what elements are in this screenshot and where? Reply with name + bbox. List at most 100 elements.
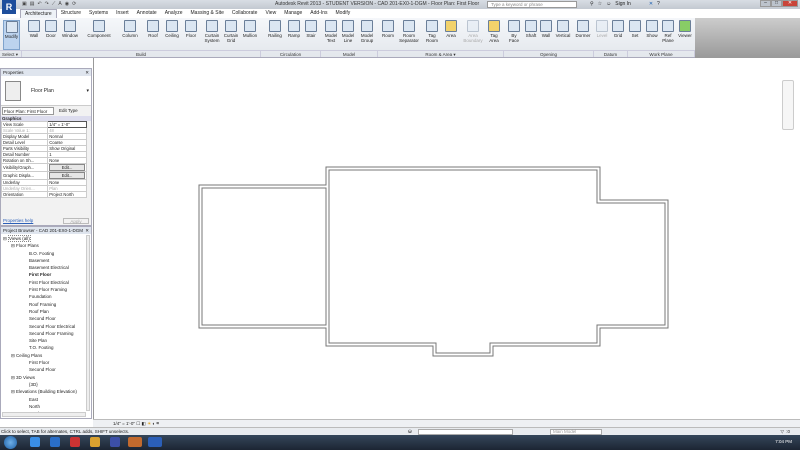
tab-structure[interactable]: Structure bbox=[57, 9, 85, 18]
wall-button[interactable]: Wall bbox=[27, 20, 41, 38]
crop-icon[interactable]: ⌗ bbox=[156, 421, 159, 426]
tab-view[interactable]: View bbox=[261, 9, 280, 18]
tag-area-button[interactable]: Tag Area bbox=[486, 20, 502, 43]
show-button[interactable]: Show bbox=[644, 20, 660, 38]
sun-path-icon[interactable]: ☀ bbox=[147, 421, 151, 426]
tab-add-ins[interactable]: Add-Ins bbox=[306, 9, 331, 18]
start-button[interactable] bbox=[4, 436, 17, 449]
ramp-button[interactable]: Ramp bbox=[286, 20, 302, 38]
tab-analyze[interactable]: Analyze bbox=[161, 9, 187, 18]
tree-item[interactable]: Second Floor Framing bbox=[3, 330, 77, 337]
close-button[interactable]: ✕ bbox=[782, 0, 798, 7]
word-icon[interactable] bbox=[50, 437, 60, 447]
tree-item[interactable]: First Floor bbox=[3, 271, 77, 278]
tab-architecture[interactable]: Architecture bbox=[20, 9, 57, 18]
sign-in-link[interactable]: Sign In bbox=[615, 1, 631, 7]
tree-item[interactable]: Site Plan bbox=[3, 337, 77, 344]
tab-collaborate[interactable]: Collaborate bbox=[228, 9, 262, 18]
tree-item[interactable]: Second Floor Electrical bbox=[3, 323, 77, 330]
horizontal-scrollbar[interactable] bbox=[2, 412, 86, 417]
door-button[interactable]: Door bbox=[44, 20, 58, 38]
tab-massing-site[interactable]: Massing & Site bbox=[187, 9, 228, 18]
tree-item[interactable]: Basement Electrical bbox=[3, 264, 77, 271]
open-icon[interactable]: ▣ bbox=[22, 1, 27, 7]
tab-insert[interactable]: Insert bbox=[112, 9, 133, 18]
model-line-button[interactable]: Model Line bbox=[340, 20, 356, 43]
tree-group[interactable]: ⊟ Elevations (Building Elevation) bbox=[3, 388, 77, 395]
vertical-opening-button[interactable]: Vertical bbox=[553, 20, 573, 38]
shaft-button[interactable]: Shaft bbox=[523, 20, 539, 38]
tree-item[interactable]: North bbox=[3, 403, 77, 410]
tree-item[interactable]: Second Floor bbox=[3, 366, 77, 373]
help-button[interactable]: ? bbox=[657, 1, 660, 7]
tree-item[interactable]: T.O. Footing bbox=[3, 344, 77, 351]
drawing-canvas[interactable] bbox=[93, 58, 800, 419]
measure-icon[interactable]: ⟋ bbox=[52, 1, 56, 7]
detail-level-icon[interactable]: ☐ bbox=[136, 421, 140, 426]
tree-item[interactable]: Roof Plan bbox=[3, 308, 77, 315]
tree-item[interactable]: East bbox=[3, 396, 77, 403]
binoculars-icon[interactable]: ⚲ bbox=[590, 1, 594, 7]
save-icon[interactable]: ▤ bbox=[30, 1, 35, 7]
tab-systems[interactable]: Systems bbox=[85, 9, 112, 18]
panel-room-area[interactable]: Room & Area ▾ bbox=[378, 50, 504, 57]
star-icon[interactable]: ☆ bbox=[598, 1, 602, 7]
edit-type-button[interactable]: Edit Type bbox=[59, 108, 78, 113]
revit-taskbar-icon[interactable] bbox=[148, 437, 162, 447]
wall-opening-button[interactable]: Wall bbox=[538, 20, 554, 38]
window-button[interactable]: Window bbox=[60, 20, 80, 38]
text-icon[interactable]: A bbox=[58, 1, 61, 7]
properties-help-link[interactable]: Properties help bbox=[3, 218, 33, 223]
area-boundary-button[interactable]: Area Boundary bbox=[461, 20, 485, 43]
redo-icon[interactable]: ↷ bbox=[45, 1, 49, 7]
component-button[interactable]: Component bbox=[85, 20, 113, 38]
tree-item[interactable]: First Floor Framing bbox=[3, 286, 77, 293]
roof-button[interactable]: Roof bbox=[146, 20, 160, 38]
model-group-button[interactable]: Model Group bbox=[358, 20, 376, 43]
app-icon[interactable] bbox=[90, 437, 100, 447]
3d-view-icon[interactable]: ◉ bbox=[65, 1, 69, 7]
graphic-display-edit-button[interactable]: Edit... bbox=[49, 172, 85, 179]
app-menu-button[interactable]: R bbox=[2, 0, 16, 14]
property-value[interactable]: Project North bbox=[47, 191, 87, 198]
level-button[interactable]: Level bbox=[595, 20, 609, 38]
filter-icon[interactable]: ▽ bbox=[781, 428, 784, 435]
view-scale-button[interactable]: 1/4" = 1'-0" bbox=[113, 421, 135, 426]
ref-plane-button[interactable]: Ref Plane bbox=[660, 20, 676, 43]
minimize-button[interactable]: – bbox=[760, 0, 771, 7]
sync-icon[interactable]: ⟳ bbox=[72, 1, 76, 7]
search-input[interactable]: Type a keyword or phrase bbox=[487, 1, 577, 8]
column-button[interactable]: Column bbox=[120, 20, 140, 38]
shadows-icon[interactable]: ◐ bbox=[152, 421, 155, 426]
acrobat-icon[interactable] bbox=[70, 437, 80, 447]
by-face-button[interactable]: By Face bbox=[506, 20, 522, 43]
tree-item[interactable]: First Floor bbox=[3, 359, 77, 366]
room-separator-button[interactable]: Room Separator bbox=[397, 20, 421, 43]
dormer-button[interactable]: Dormer bbox=[573, 20, 593, 38]
grid-button[interactable]: Grid bbox=[610, 20, 626, 38]
tab-manage[interactable]: Manage bbox=[280, 9, 306, 18]
workset-icon[interactable]: ⛁ bbox=[408, 428, 412, 435]
tree-item[interactable]: B.O. Footing bbox=[3, 250, 77, 257]
close-icon[interactable]: ✕ bbox=[85, 227, 89, 234]
vertical-scrollbar[interactable] bbox=[86, 235, 90, 411]
apply-button[interactable]: Apply bbox=[63, 218, 89, 224]
exchange-icon[interactable]: ✕ bbox=[649, 1, 653, 7]
curtain-grid-button[interactable]: Curtain Grid bbox=[222, 20, 240, 43]
model-text-button[interactable]: Model Text bbox=[323, 20, 339, 43]
type-selector[interactable]: Floor Plan ▾ bbox=[1, 76, 91, 106]
onenote-icon[interactable] bbox=[110, 437, 120, 447]
tree-group[interactable]: ⊟ 3D Views bbox=[3, 374, 77, 381]
tag-room-button[interactable]: Tag Room bbox=[423, 20, 441, 43]
modify-button[interactable]: Modify bbox=[3, 20, 20, 50]
tree-item[interactable]: {3D} bbox=[3, 381, 77, 388]
panel-select[interactable]: Select ▾ bbox=[0, 50, 22, 57]
visual-style-icon[interactable]: ◧ bbox=[142, 421, 146, 426]
viewer-button[interactable]: Viewer bbox=[676, 20, 694, 38]
tab-annotate[interactable]: Annotate bbox=[133, 9, 161, 18]
room-button[interactable]: Room bbox=[380, 20, 396, 38]
internet-explorer-icon[interactable] bbox=[30, 437, 40, 447]
tree-root-views[interactable]: ⊟ Views (all) bbox=[3, 235, 77, 242]
floor-button[interactable]: Floor bbox=[183, 20, 199, 38]
tree-group[interactable]: ⊟ Floor Plans bbox=[3, 242, 77, 249]
